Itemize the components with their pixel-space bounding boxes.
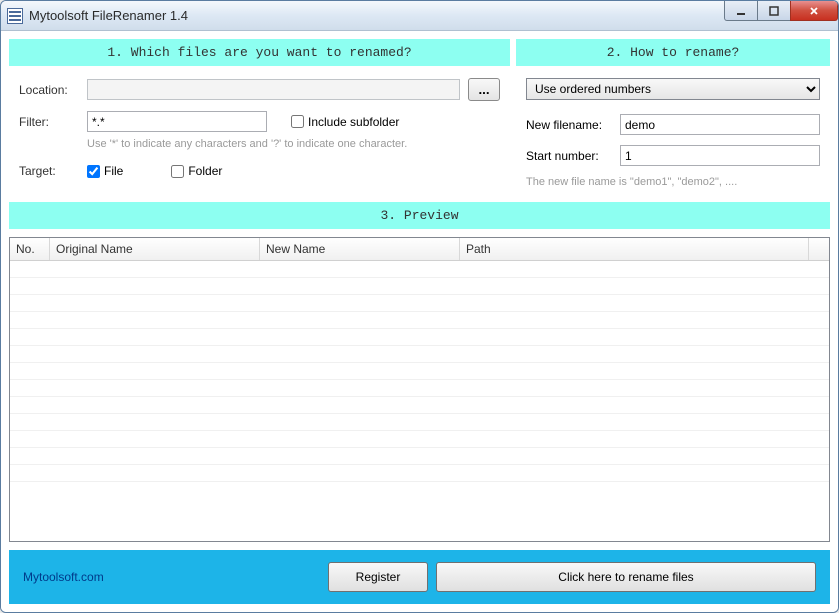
include-subfolder-input[interactable] bbox=[291, 115, 304, 128]
table-body bbox=[10, 261, 829, 541]
window-controls bbox=[725, 1, 838, 21]
table-row bbox=[10, 431, 829, 448]
panel-how-rename: 2. How to rename? Use ordered numbers Ne… bbox=[516, 39, 830, 196]
preview-table: No. Original Name New Name Path bbox=[9, 237, 830, 542]
new-filename-label: New filename: bbox=[526, 118, 612, 132]
filter-row: Filter: Include subfolder bbox=[19, 111, 500, 132]
include-subfolder-label: Include subfolder bbox=[308, 115, 399, 129]
table-row bbox=[10, 465, 829, 482]
rename-hint: The new file name is "demo1", "demo2", .… bbox=[526, 176, 820, 188]
new-filename-row: New filename: bbox=[526, 114, 820, 135]
table-row bbox=[10, 346, 829, 363]
section2-header: 2. How to rename? bbox=[516, 39, 830, 66]
section1-header: 1. Which files are you want to renamed? bbox=[9, 39, 510, 66]
target-file-checkbox[interactable]: File bbox=[87, 164, 123, 178]
col-path[interactable]: Path bbox=[460, 238, 809, 260]
col-end bbox=[809, 238, 829, 260]
location-row: Location: ... bbox=[19, 78, 500, 101]
target-file-input[interactable] bbox=[87, 165, 100, 178]
minimize-button[interactable] bbox=[724, 1, 758, 21]
app-icon bbox=[7, 8, 23, 24]
table-row bbox=[10, 414, 829, 431]
close-icon bbox=[808, 6, 820, 16]
preview-section: 3. Preview No. Original Name New Name Pa… bbox=[9, 202, 830, 542]
maximize-button[interactable] bbox=[757, 1, 791, 21]
minimize-icon bbox=[735, 6, 747, 16]
register-button[interactable]: Register bbox=[328, 562, 428, 592]
section2-body: Use ordered numbers New filename: Start … bbox=[516, 66, 830, 196]
table-row bbox=[10, 448, 829, 465]
table-row bbox=[10, 363, 829, 380]
target-label: Target: bbox=[19, 164, 79, 178]
filter-label: Filter: bbox=[19, 115, 79, 129]
target-row: Target: File Folder bbox=[19, 164, 500, 178]
browse-button[interactable]: ... bbox=[468, 78, 500, 101]
filter-hint: Use '*' to indicate any characters and '… bbox=[87, 138, 500, 150]
top-panels: 1. Which files are you want to renamed? … bbox=[9, 39, 830, 196]
target-folder-input[interactable] bbox=[171, 165, 184, 178]
rename-method-select[interactable]: Use ordered numbers bbox=[526, 78, 820, 100]
titlebar: Mytoolsoft FileRenamer 1.4 bbox=[1, 1, 838, 31]
start-number-input[interactable] bbox=[620, 145, 820, 166]
section1-body: Location: ... Filter: Include subfolder … bbox=[9, 66, 510, 190]
table-row bbox=[10, 397, 829, 414]
start-number-row: Start number: bbox=[526, 145, 820, 166]
rename-button[interactable]: Click here to rename files bbox=[436, 562, 816, 592]
table-row bbox=[10, 329, 829, 346]
col-original[interactable]: Original Name bbox=[50, 238, 260, 260]
new-filename-input[interactable] bbox=[620, 114, 820, 135]
filter-input[interactable] bbox=[87, 111, 267, 132]
include-subfolder-checkbox[interactable]: Include subfolder bbox=[291, 115, 399, 129]
location-label: Location: bbox=[19, 83, 79, 97]
website-link[interactable]: Mytoolsoft.com bbox=[23, 570, 104, 584]
target-folder-checkbox[interactable]: Folder bbox=[171, 164, 222, 178]
window-title: Mytoolsoft FileRenamer 1.4 bbox=[29, 8, 188, 23]
table-row bbox=[10, 278, 829, 295]
target-file-label: File bbox=[104, 164, 123, 178]
panel-which-files: 1. Which files are you want to renamed? … bbox=[9, 39, 510, 196]
preview-header: 3. Preview bbox=[9, 202, 830, 229]
close-button[interactable] bbox=[790, 1, 838, 21]
table-row bbox=[10, 380, 829, 397]
maximize-icon bbox=[768, 6, 780, 16]
table-row bbox=[10, 261, 829, 278]
start-number-label: Start number: bbox=[526, 149, 612, 163]
table-header: No. Original Name New Name Path bbox=[10, 238, 829, 261]
footer: Mytoolsoft.com Register Click here to re… bbox=[9, 550, 830, 604]
location-input[interactable] bbox=[87, 79, 460, 100]
client-area: 1. Which files are you want to renamed? … bbox=[1, 31, 838, 612]
table-row bbox=[10, 312, 829, 329]
col-no[interactable]: No. bbox=[10, 238, 50, 260]
target-folder-label: Folder bbox=[188, 164, 222, 178]
table-row bbox=[10, 295, 829, 312]
app-window: Mytoolsoft FileRenamer 1.4 1. Which file… bbox=[0, 0, 839, 613]
col-new[interactable]: New Name bbox=[260, 238, 460, 260]
